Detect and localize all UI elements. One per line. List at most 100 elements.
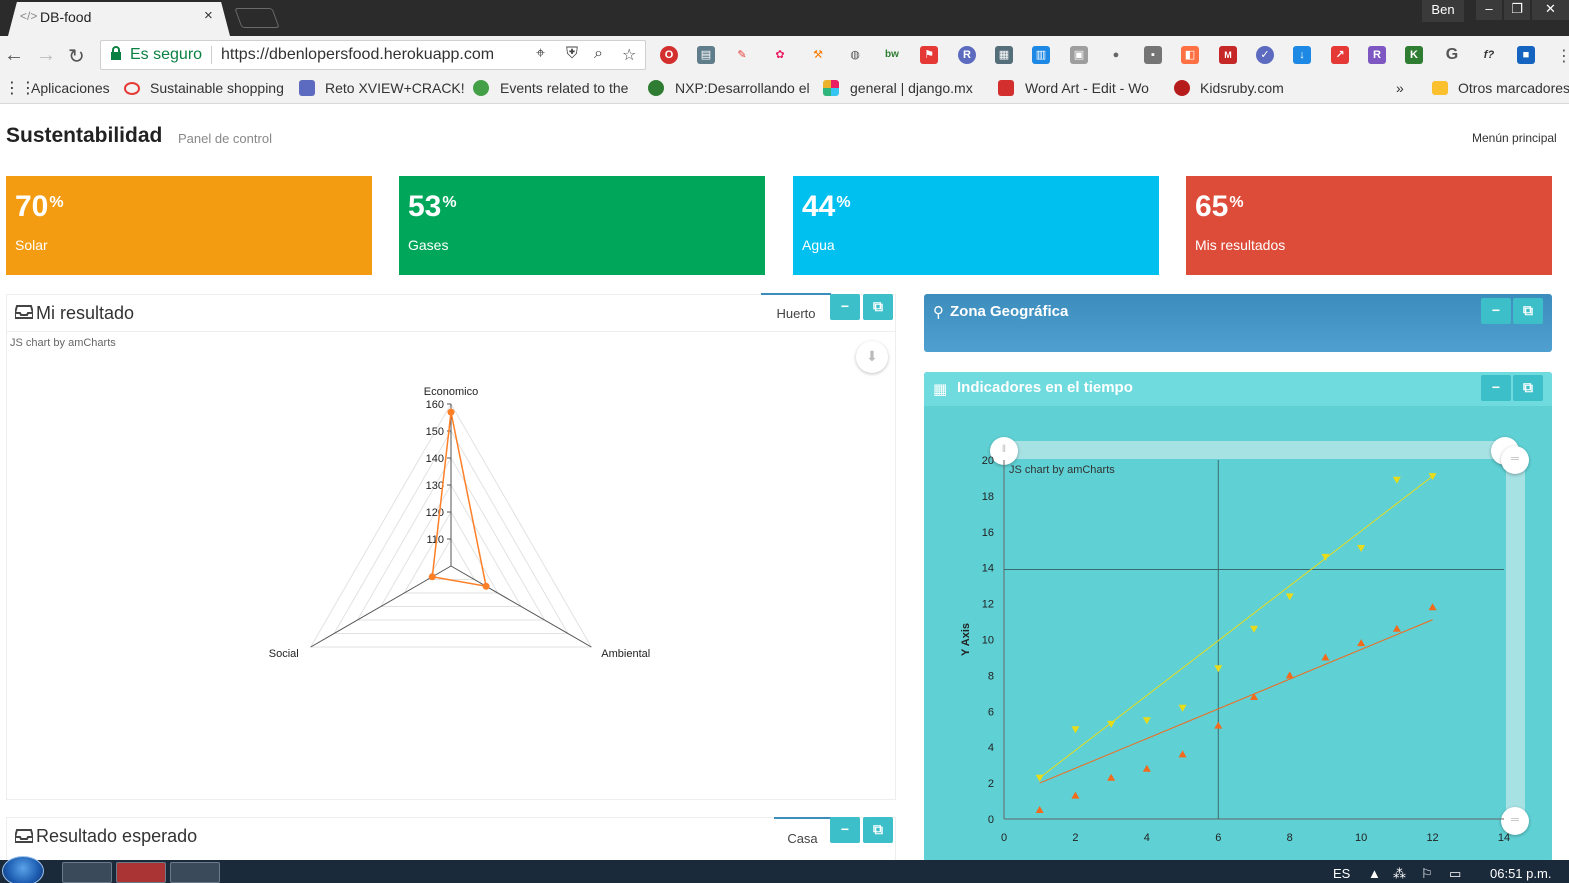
extension-badge-icon[interactable]: ⚑ [920,46,938,64]
collapse-button[interactable]: − [1481,298,1511,324]
zoom-icon[interactable]: ⌕ [594,45,603,63]
scatter-point [1035,774,1044,782]
expand-button[interactable]: ⧉ [1513,298,1543,324]
start-button-icon[interactable] [2,856,44,883]
extension-g-icon[interactable]: G [1443,46,1461,64]
tray-arrow-icon[interactable]: ▲ [1368,866,1381,881]
extension-board-icon[interactable]: ▥ [1032,46,1050,64]
bookmark-django[interactable]: general | django.mx [850,80,973,96]
y-tick-label: 4 [988,742,994,754]
taskbar-chrome2-icon[interactable] [170,862,220,883]
expand-button[interactable]: ⧉ [863,294,893,320]
bookmark-kidsruby[interactable]: Kidsruby.com [1200,80,1284,96]
stat-label: Mis resultados [1195,237,1286,253]
tab-casa[interactable]: Casa [774,817,831,860]
extension-r2-icon[interactable]: R [1368,46,1386,64]
bookmark-reto[interactable]: Reto XVIEW+CRACK! [325,80,465,96]
extension-bulb-icon[interactable]: ● [1107,46,1125,64]
menu-kebab-icon[interactable]: ⋮ [1556,46,1569,66]
resultado-esperado-title: Resultado esperado [36,826,198,846]
extension-k-icon[interactable]: K [1405,46,1423,64]
extension-globe-icon[interactable]: ◍ [846,46,864,64]
scatter-point [1321,653,1330,661]
scatter-point [1392,624,1401,632]
reload-icon[interactable]: ↻ [68,44,85,69]
bookmark-other[interactable]: Otros marcadores [1458,80,1569,96]
y-tick-label: 2 [988,778,994,790]
star-icon[interactable]: ☆ [622,45,636,65]
extension-hammer-icon[interactable]: ⚒ [809,46,827,64]
extension-color-icon[interactable]: ✿ [771,46,789,64]
extension-notes-icon[interactable]: ▤ [697,46,715,64]
bookmark-sustainable[interactable]: Sustainable shopping [150,80,284,96]
shield-icon[interactable]: ⛨ [566,45,578,63]
language-indicator[interactable]: ES [1333,866,1350,881]
extension-blue-icon[interactable]: ■ [1517,46,1535,64]
minimize-icon[interactable]: – [1476,0,1502,20]
extension-office-icon[interactable]: ◧ [1181,46,1199,64]
map-marker-icon: ⚲ [933,304,944,321]
scatter-point [1142,717,1151,725]
stat-value: 70 [15,190,49,223]
back-icon[interactable]: ← [4,44,24,67]
scatter-point [1321,553,1330,561]
translate-icon[interactable]: ⌖ [536,45,545,63]
taskbar-chrome-icon[interactable] [62,862,112,883]
y-tick-label: 12 [982,599,994,611]
stat-unit: % [442,194,457,211]
network-icon[interactable]: ▭ [1449,866,1461,882]
extension-arrow-icon[interactable]: ↗ [1331,46,1349,64]
x-tick-label: 4 [1144,832,1150,844]
scatter-point [1071,726,1080,734]
scatter-point [1178,750,1187,758]
profile-button[interactable]: Ben [1422,0,1464,22]
extension-opera-icon[interactable]: O [660,46,678,64]
extension-pen-icon[interactable]: ✎ [733,46,751,64]
download-icon[interactable]: ⬇ [856,341,888,373]
secure-label: Es seguro [130,46,203,63]
scatter-point [1214,665,1223,673]
x-tick-label: 8 [1287,832,1293,844]
close-tab-icon[interactable]: × [204,7,213,24]
extension-grid-icon[interactable]: ▦ [995,46,1013,64]
extension-bw-icon[interactable]: bw [883,46,901,64]
expand-button[interactable]: ⧉ [863,817,893,843]
url-text[interactable]: https://dbenlopersfood.herokuapp.com [221,46,494,64]
dropbox-icon[interactable]: ⁂ [1393,866,1406,882]
flag-icon[interactable]: ⚐ [1421,866,1433,882]
bookmark-apps[interactable]: Aplicaciones [31,80,110,96]
extension-m-icon[interactable]: M [1219,46,1237,64]
y-tick-label: 0 [988,814,994,826]
extension-check-icon[interactable]: ✓ [1256,46,1274,64]
new-tab-button[interactable] [234,8,280,28]
bookmark-icon [124,82,140,95]
restore-icon[interactable]: ❐ [1504,0,1530,20]
scatter-point [1428,603,1437,611]
extension-r-icon[interactable]: R [958,46,976,64]
extension-fx-icon[interactable]: f? [1480,46,1498,64]
close-window-icon[interactable]: ✕ [1532,0,1569,20]
expand-button[interactable]: ⧉ [1513,375,1543,401]
amcharts-credit[interactable]: JS chart by amCharts [10,337,116,349]
scatter-point [1285,593,1294,601]
scatter-point [1035,806,1044,814]
bookmark-wordart[interactable]: Word Art - Edit - Wo [1025,80,1149,96]
radar-tick-label: 150 [426,426,444,438]
extension-download-icon[interactable]: ↓ [1293,46,1311,64]
bookmark-nxp[interactable]: NXP:Desarrollando el [675,80,810,96]
bookmark-events[interactable]: Events related to the [500,80,628,96]
taskbar-powerpoint-icon[interactable] [116,862,166,883]
more-bookmarks-icon[interactable]: » [1396,80,1404,96]
collapse-button[interactable]: − [1481,375,1511,401]
scatter-point [1357,544,1366,552]
extension-frame-icon[interactable]: ▣ [1070,46,1088,64]
clock[interactable]: 06:51 p.m. [1490,866,1551,881]
mi-resultado-title: Mi resultado [36,303,135,323]
tab-huerto[interactable]: Huerto [761,293,831,331]
forward-icon[interactable]: → [36,44,56,67]
radar-tick-label: 140 [426,453,444,465]
collapse-button[interactable]: − [830,817,860,843]
collapse-button[interactable]: − [830,294,860,320]
extension-card-icon[interactable]: ▪ [1144,46,1162,64]
main-menu-link[interactable]: Menún principal [1472,131,1557,145]
